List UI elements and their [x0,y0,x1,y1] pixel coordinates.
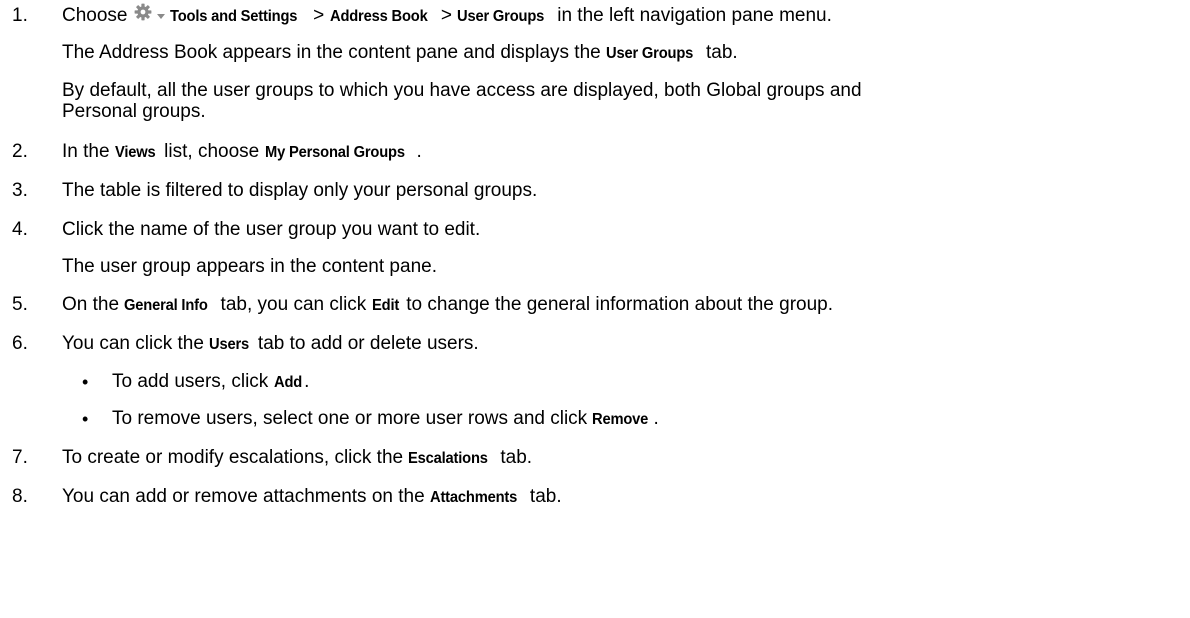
step-number: 2. [12,141,28,162]
step-number: 4. [12,219,28,240]
step-text: Click the name of the user group you wan… [62,219,481,240]
ui-term: Escalations [408,450,489,467]
ui-term: My Personal Groups [264,144,405,161]
ui-term: Views [114,144,156,161]
menu-path-user-groups: User Groups [457,8,545,26]
step-1-paragraph: The Address Book appears in the content … [62,40,738,67]
step-number: 8. [12,486,28,507]
step-1-paragraph: Personal groups. [62,101,206,122]
step-4-paragraph: The user group appears in the content pa… [62,256,437,277]
step-text: The table is filtered to display only yo… [62,180,538,201]
step-number: 1. [12,5,28,26]
caret-down-icon [156,3,166,29]
ui-term: User Groups [605,45,694,62]
instruction-document: 1. Choose Tools and Settings > Address B… [0,0,1190,618]
step-text: Choose [62,5,128,27]
step-number: 6. [12,333,28,354]
bullet-marker: • [82,409,89,429]
ui-term: Add [273,374,302,391]
ui-term: Attachments [429,489,518,506]
step-number: 7. [12,447,28,468]
ui-term: Remove [592,411,649,428]
step-number: 5. [12,294,28,315]
ui-term: Users [209,336,250,353]
menu-path-address-book: Address Book [329,8,428,26]
step-number: 3. [12,180,28,201]
gear-icon [134,3,152,29]
ui-term: General Info [124,297,209,314]
menu-path-tools-and-settings: Tools and Settings [169,8,297,26]
ui-term: Edit [371,297,399,314]
bullet-marker: • [82,372,89,392]
